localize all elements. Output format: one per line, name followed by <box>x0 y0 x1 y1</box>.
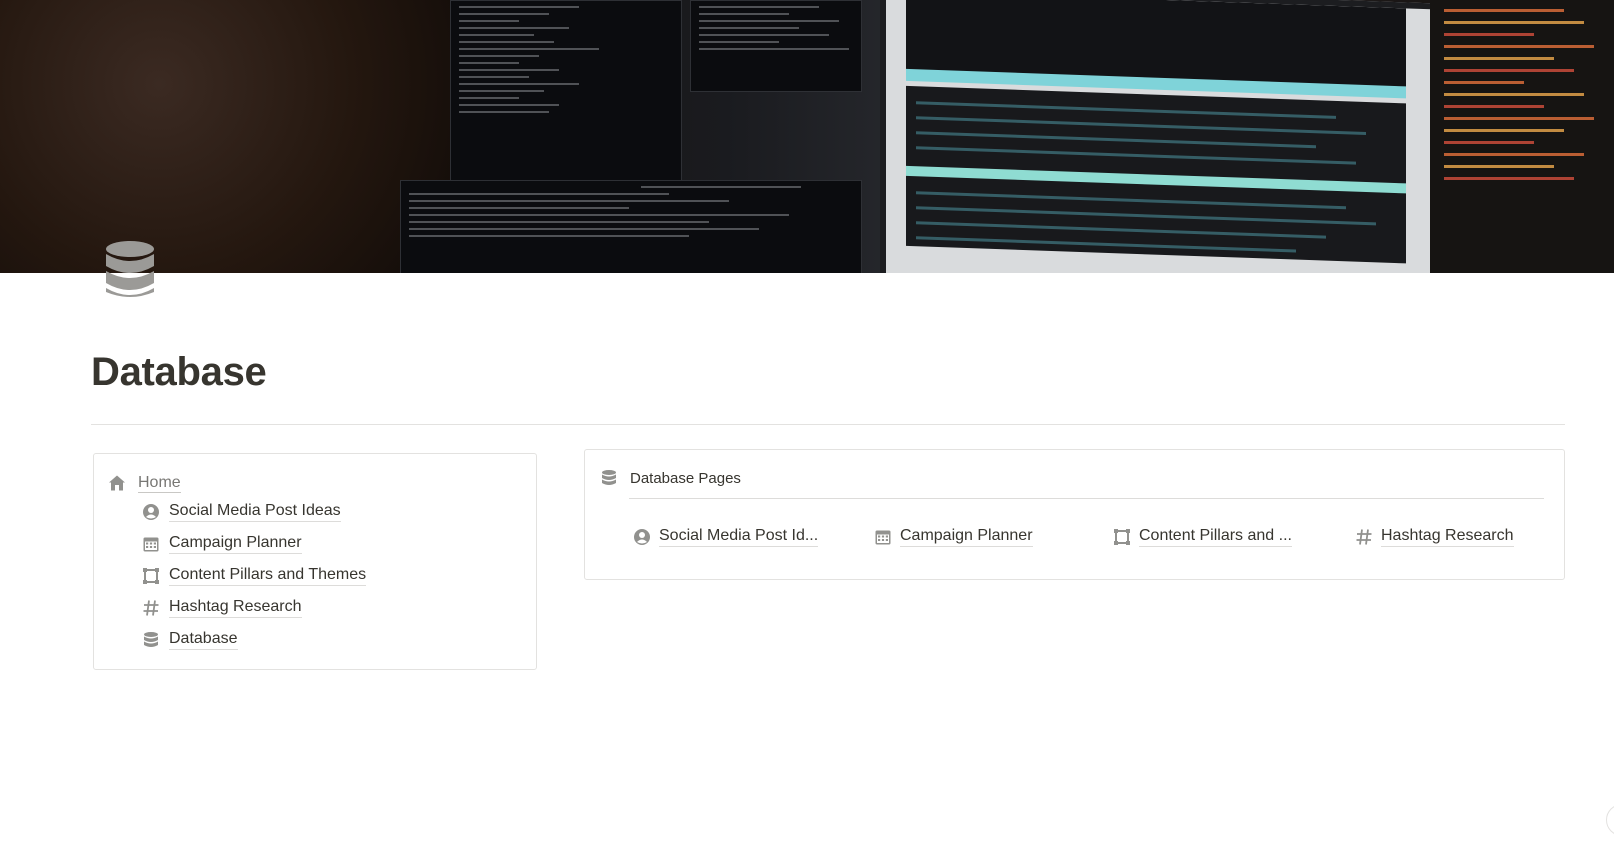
person-circle-icon <box>142 503 160 521</box>
nav-item-label: Social Media Post Ideas <box>169 501 341 522</box>
cover-monitor <box>880 0 1452 273</box>
page-database-icon[interactable] <box>104 240 156 300</box>
nav-item-label: Hashtag Research <box>169 597 302 618</box>
nav-home-label: Home <box>138 474 181 493</box>
nav-item-content-pillars-and-themes[interactable]: Content Pillars and Themes <box>142 565 367 586</box>
db-link-label: Hashtag Research <box>1381 526 1514 547</box>
db-link-hashtag-research[interactable]: Hashtag Research <box>1355 526 1514 547</box>
db-link-label: Campaign Planner <box>900 526 1033 547</box>
database-pages-title: Database Pages <box>630 469 741 487</box>
cover-image <box>0 0 1614 273</box>
cover-code-pane <box>1430 0 1614 273</box>
nav-item-social-media-post-ideas[interactable]: Social Media Post Ideas <box>142 501 341 522</box>
database-pages-divider <box>629 498 1544 499</box>
db-link-social-media-post-ideas[interactable]: Social Media Post Id... <box>633 526 819 547</box>
database-icon <box>142 631 160 649</box>
nav-item-database[interactable]: Database <box>142 629 238 650</box>
db-link-label: Content Pillars and ... <box>1139 526 1292 547</box>
nav-item-label: Content Pillars and Themes <box>169 565 367 586</box>
cover-terminal-left <box>450 0 682 192</box>
person-circle-icon <box>633 528 651 546</box>
database-icon <box>600 469 618 487</box>
title-divider <box>91 424 1565 425</box>
home-icon <box>108 474 126 492</box>
database-pages-card: Database Pages Social Media Post Id... C… <box>584 449 1565 580</box>
cover-terminal-bottom <box>400 180 862 273</box>
hashtag-icon <box>142 599 160 617</box>
hashtag-icon <box>1355 528 1373 546</box>
nav-home-link[interactable]: Home <box>108 473 181 493</box>
cover-terminal-top <box>690 0 862 92</box>
nav-item-hashtag-research[interactable]: Hashtag Research <box>142 597 302 618</box>
db-link-campaign-planner[interactable]: Campaign Planner <box>874 526 1033 547</box>
db-link-label: Social Media Post Id... <box>659 526 819 547</box>
calendar-icon <box>874 528 892 546</box>
navigation-card: Home Social Media Post Ideas Campaign Pl… <box>93 453 537 670</box>
frame-icon <box>142 567 160 585</box>
nav-item-label: Database <box>169 629 238 650</box>
nav-item-label: Campaign Planner <box>169 533 302 554</box>
database-pages-header: Database Pages <box>600 469 741 487</box>
nav-item-campaign-planner[interactable]: Campaign Planner <box>142 533 302 554</box>
calendar-icon <box>142 535 160 553</box>
frame-icon <box>1113 528 1131 546</box>
db-link-content-pillars[interactable]: Content Pillars and ... <box>1113 526 1292 547</box>
page-title: Database <box>91 350 267 394</box>
help-button[interactable] <box>1606 804 1614 836</box>
